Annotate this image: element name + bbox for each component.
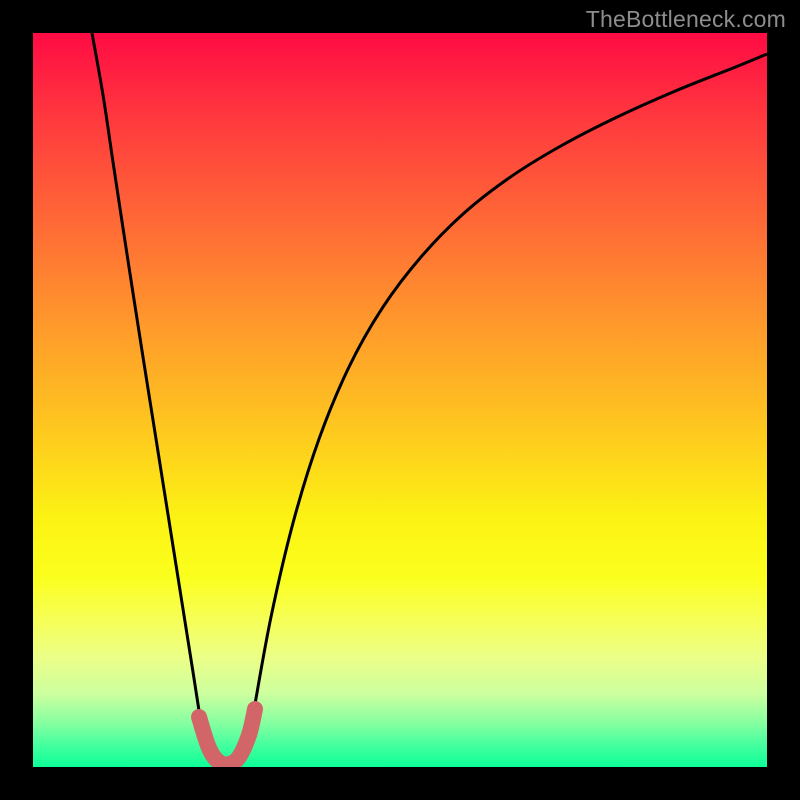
plot-area	[33, 33, 767, 767]
chart-svg	[33, 33, 767, 767]
outer-frame: TheBottleneck.com	[0, 0, 800, 800]
left-branch-path	[92, 33, 200, 717]
watermark-text: TheBottleneck.com	[586, 6, 786, 33]
valley-highlight-path	[199, 709, 255, 765]
right-branch-path	[255, 54, 767, 704]
